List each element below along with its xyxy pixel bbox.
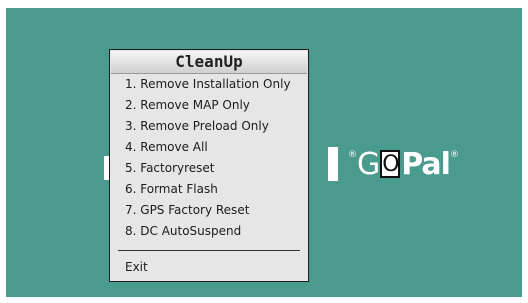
menu-item-remove-preload[interactable]: 3. Remove Preload Only bbox=[110, 116, 308, 137]
logo-registered-mark-right: ® bbox=[449, 150, 459, 160]
menu-item-gps-factory-reset[interactable]: 7. GPS Factory Reset bbox=[110, 200, 308, 221]
menu-item-factoryreset[interactable]: 5. Factoryreset bbox=[110, 158, 308, 179]
logo-prefix: G bbox=[357, 146, 380, 182]
menu-item-exit[interactable]: Exit bbox=[110, 257, 308, 278]
logo-text: G O Pal bbox=[357, 146, 451, 182]
menu-item-format-flash[interactable]: 6. Format Flash bbox=[110, 179, 308, 200]
menu-separator bbox=[118, 250, 300, 251]
logo-bar bbox=[328, 147, 338, 181]
menu-item-remove-map[interactable]: 2. Remove MAP Only bbox=[110, 95, 308, 116]
menu-title: CleanUp bbox=[111, 51, 307, 74]
menu-item-remove-all[interactable]: 4. Remove All bbox=[110, 137, 308, 158]
device-screen: ® G O Pal ® CleanUp 1. Remove Installati… bbox=[6, 8, 522, 297]
cleanup-menu: CleanUp 1. Remove Installation Only 2. R… bbox=[109, 49, 309, 282]
menu-item-remove-installation[interactable]: 1. Remove Installation Only bbox=[110, 74, 308, 95]
logo-suffix: Pal bbox=[401, 146, 451, 182]
gopal-logo: ® G O Pal ® bbox=[328, 144, 459, 184]
text-cursor-box: O bbox=[380, 150, 401, 178]
menu-item-dc-autosuspend[interactable]: 8. DC AutoSuspend bbox=[110, 221, 308, 242]
logo-registered-mark-left: ® bbox=[348, 150, 357, 160]
